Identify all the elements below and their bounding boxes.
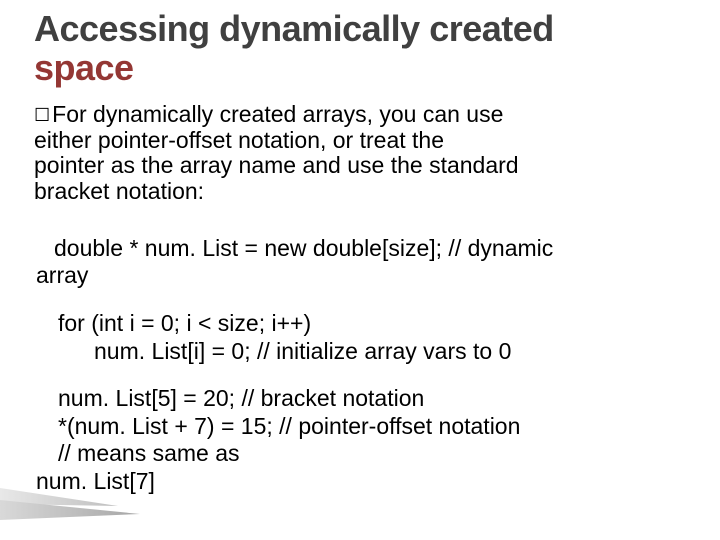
code-line: *(num. List + 7) = 15; // pointer-offset… <box>58 413 686 441</box>
code-line: num. List[5] = 20; // bracket notation <box>58 385 686 413</box>
bullet-paragraph: ☐For dynamically created arrays, you can… <box>34 102 676 205</box>
title-line2: space <box>34 47 134 88</box>
code-line: double * num. List = new double[size]; /… <box>54 235 686 263</box>
code-line: array <box>36 262 686 290</box>
checkbox-icon: ☐ <box>34 105 50 125</box>
code-block-3: num. List[5] = 20; // bracket notation *… <box>36 385 686 495</box>
code-block-2: for (int i = 0; i < size; i++) num. List… <box>36 310 686 365</box>
title-line1: Accessing dynamically created <box>34 8 554 49</box>
bullet-line4: bracket notation: <box>34 178 204 204</box>
code-block-1: double * num. List = new double[size]; /… <box>36 235 686 290</box>
slide-title: Accessing dynamically created space <box>34 10 686 88</box>
slide: Accessing dynamically created space ☐For… <box>0 0 720 540</box>
code-line: for (int i = 0; i < size; i++) <box>58 310 686 338</box>
code-line: // means same as <box>58 440 686 468</box>
accent-wedge-icon <box>0 480 140 524</box>
bullet-line3: pointer as the array name and use the st… <box>34 152 519 178</box>
code-line: num. List[i] = 0; // initialize array va… <box>94 338 686 366</box>
bullet-rest1: dynamically created arrays, you can use <box>87 101 504 127</box>
bullet-lead: For <box>52 101 87 127</box>
bullet-line2: either pointer-offset notation, or treat… <box>34 127 444 153</box>
